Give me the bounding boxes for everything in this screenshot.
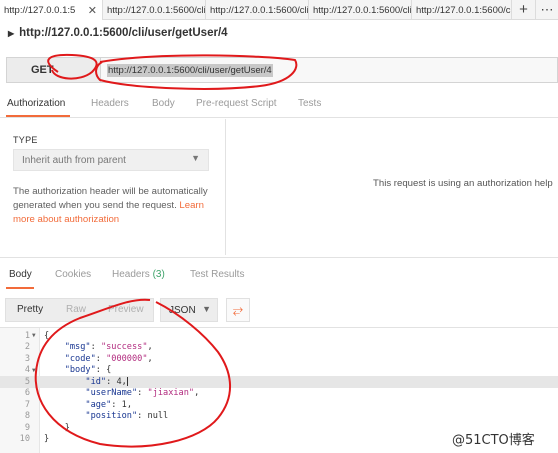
format-select[interactable]: JSON ▼ <box>160 298 218 322</box>
line-number: 7 <box>24 399 30 410</box>
json-key: "body" <box>64 365 96 376</box>
line-number: 3 <box>24 353 30 364</box>
code-text: { <box>44 330 50 341</box>
request-name[interactable]: ▶ http://127.0.0.1:5600/cli/user/getUser… <box>8 27 228 39</box>
line-number: 4 <box>24 365 30 376</box>
code-text: "code": "000000", <box>64 353 153 364</box>
auth-info-text: This request is using an authorization h… <box>373 178 553 189</box>
tab-authorization[interactable]: Authorization <box>7 98 65 109</box>
format-value: JSON <box>169 304 196 316</box>
code-line: 4 ▼ "body": { <box>0 365 558 377</box>
code-line: 6 "userName": "jiaxian", <box>0 388 558 400</box>
json-value: 1 <box>121 399 127 410</box>
code-line: 7 "age": 1, <box>0 399 558 411</box>
request-tab-3[interactable]: http://127.0.0.1:5600/cli <box>206 0 309 20</box>
request-tabs: Authorization Headers Body Pre-request S… <box>0 92 558 118</box>
line-number: 2 <box>24 342 30 353</box>
code-text: "position": null <box>85 411 169 422</box>
line-number: 8 <box>24 411 30 422</box>
active-tab-indicator <box>6 115 70 117</box>
code-line: 3 "code": "000000", <box>0 353 558 365</box>
tab-title: http://127.0.0.1:5600/cli <box>107 4 206 16</box>
line-number: 1 <box>24 330 30 341</box>
divider <box>0 257 558 258</box>
code-text: "msg": "success", <box>64 342 153 353</box>
fold-arrow-icon[interactable]: ▼ <box>32 367 40 374</box>
json-key: "code" <box>64 353 96 364</box>
code-text: } <box>44 422 70 433</box>
tab-title: http://127.0.0.1:5600/cli <box>313 4 412 16</box>
wrap-lines-icon[interactable]: ⥂ <box>226 298 250 322</box>
url-text: http://127.0.0.1:5600/cli/user/getUser/4 <box>107 63 273 77</box>
auth-type-select[interactable]: Inherit auth from parent ▼ <box>13 149 209 171</box>
request-tab-4[interactable]: http://127.0.0.1:5600/cli <box>309 0 412 20</box>
tab-strip: http://127.0.0.1:5 ✕ http://127.0.0.1:56… <box>0 0 558 20</box>
close-icon[interactable]: ✕ <box>88 4 97 17</box>
preview-button[interactable]: Preview <box>108 304 144 315</box>
request-tab-2[interactable]: http://127.0.0.1:5600/cli <box>103 0 206 20</box>
watermark: @51CTO博客 <box>452 433 535 448</box>
type-label: TYPE <box>13 135 38 145</box>
json-key: "id" <box>85 376 107 387</box>
response-tabs: Body Cookies Headers (3) Test Results <box>0 262 558 289</box>
headers-count-badge: (3) <box>152 269 165 280</box>
caret-right-icon[interactable]: ▶ <box>8 29 14 38</box>
view-mode-group: Pretty Raw Preview <box>5 298 154 322</box>
response-headers-label: Headers <box>112 269 150 280</box>
code-text: "body": { <box>64 365 112 376</box>
code-line: 1 ▼ { <box>0 330 558 342</box>
json-key: "position" <box>85 411 138 422</box>
tab-tests[interactable]: Tests <box>298 98 321 109</box>
tab-title: http://127.0.0.1:5 <box>4 4 76 16</box>
json-key: "msg" <box>64 342 91 353</box>
plus-icon[interactable]: + <box>512 0 536 19</box>
request-tab-1[interactable]: http://127.0.0.1:5 ✕ <box>0 0 103 20</box>
json-value: 4 <box>116 376 122 387</box>
active-tab-indicator <box>6 287 34 289</box>
auth-help-text: The authorization header will be automat… <box>13 185 218 227</box>
url-input[interactable]: http://127.0.0.1:5600/cli/user/getUser/4 <box>101 58 273 82</box>
method-selector[interactable]: GET <box>7 58 101 82</box>
code-line: 5 "id": 4, <box>0 376 558 388</box>
code-text: "userName": "jiaxian", <box>85 388 200 399</box>
url-bar: GET http://127.0.0.1:5600/cli/user/getUs… <box>6 57 558 83</box>
code-text: "age": 1, <box>85 399 133 410</box>
raw-button[interactable]: Raw <box>66 304 86 315</box>
tab-response-headers[interactable]: Headers (3) <box>112 269 165 280</box>
request-name-text: http://127.0.0.1:5600/cli/user/getUser/4 <box>19 27 228 39</box>
caret-down-icon: ▼ <box>191 153 200 163</box>
tab-pre-request-script[interactable]: Pre-request Script <box>196 98 277 109</box>
line-number: 10 <box>19 434 30 445</box>
tab-headers[interactable]: Headers <box>91 98 129 109</box>
text-cursor <box>126 376 128 386</box>
tab-body[interactable]: Body <box>152 98 175 109</box>
tab-cookies[interactable]: Cookies <box>55 269 91 280</box>
tab-title: http://127.0.0.1:5600/cli <box>416 4 512 16</box>
fold-arrow-icon[interactable]: ▼ <box>32 332 40 339</box>
line-number: 9 <box>24 422 30 433</box>
auth-type-value: Inherit auth from parent <box>22 154 126 166</box>
caret-down-icon: ▼ <box>202 304 211 314</box>
json-value: "success" <box>100 342 148 353</box>
tab-title: http://127.0.0.1:5600/cli <box>210 4 309 16</box>
more-icon[interactable]: ⋯ <box>536 0 558 19</box>
json-value: "jiaxian" <box>147 388 195 399</box>
line-number: 5 <box>24 376 30 387</box>
line-number: 6 <box>24 388 30 399</box>
json-key: "age" <box>85 399 112 410</box>
auth-settings-panel: TYPE Inherit auth from parent ▼ The auth… <box>0 119 226 255</box>
code-text: } <box>44 434 50 445</box>
json-value: { <box>106 365 112 376</box>
code-line: 2 "msg": "success", <box>0 342 558 354</box>
tab-test-results[interactable]: Test Results <box>190 269 244 280</box>
json-value: "000000" <box>106 353 148 364</box>
tab-response-body[interactable]: Body <box>9 269 32 280</box>
request-tab-5[interactable]: http://127.0.0.1:5600/cli <box>412 0 512 20</box>
pretty-button[interactable]: Pretty <box>17 304 43 315</box>
code-line: 8 "position": null <box>0 411 558 423</box>
json-key: "userName" <box>85 388 138 399</box>
json-value: null <box>147 411 169 422</box>
code-text: "id": 4, <box>85 376 128 387</box>
